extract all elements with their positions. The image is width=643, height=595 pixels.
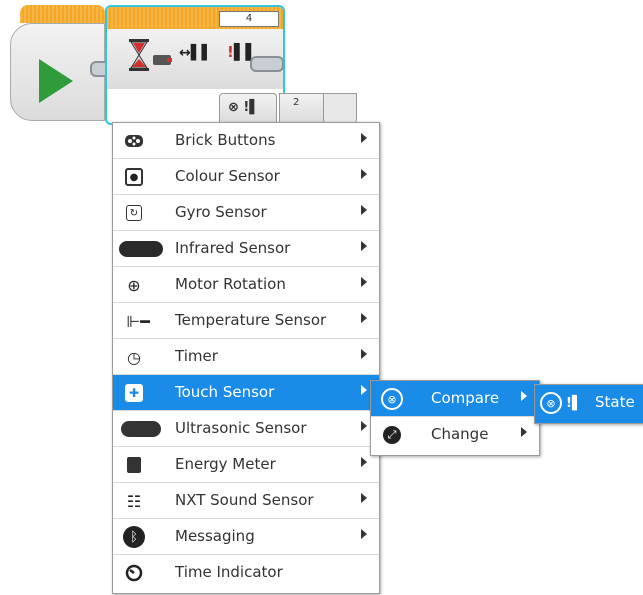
menu-item-label: Temperature Sensor xyxy=(175,311,327,329)
menu-item-label: Colour Sensor xyxy=(175,167,280,185)
threshold-value[interactable]: 2 xyxy=(293,97,299,108)
menu-item-touch-sensor[interactable]: ✚ Touch Sensor xyxy=(113,375,379,411)
menu-item-label: NXT Sound Sensor xyxy=(175,491,314,509)
compare-type-icon[interactable]: ↔▌▌ xyxy=(179,45,212,61)
sequence-plug-out[interactable] xyxy=(250,56,284,72)
touch-sensor-icon: ✚ xyxy=(123,383,145,403)
state-icon: ⊗ !▌ xyxy=(539,392,583,414)
menu-item-label: Timer xyxy=(175,347,218,365)
nxt-sound-sensor-icon: ☷ xyxy=(126,491,142,511)
energy-meter-icon xyxy=(123,455,145,475)
compare-submenu: ⊗ !▌ State xyxy=(534,384,643,424)
submenu-item-label: State xyxy=(595,393,635,411)
mode-menu: Brick Buttons ● Colour Sensor ↻ Gyro Sen… xyxy=(112,122,380,594)
submenu-item-change[interactable]: ⤢ Change xyxy=(371,417,539,453)
menu-item-messaging[interactable]: ᛒ Messaging xyxy=(113,519,379,555)
menu-item-label: Motor Rotation xyxy=(175,275,286,293)
chevron-right-icon xyxy=(361,133,367,143)
hourglass-icon xyxy=(129,39,149,71)
chevron-right-icon xyxy=(361,421,367,431)
menu-item-label: Messaging xyxy=(175,527,255,545)
timer-icon: ◷ xyxy=(127,347,141,367)
port-number[interactable]: 4 xyxy=(219,11,279,27)
gyro-sensor-icon: ↻ xyxy=(123,203,145,223)
touch-sensor-submenu: ⊗ Compare ⤢ Change xyxy=(370,380,540,456)
submenu-item-label: Change xyxy=(431,425,489,443)
chevron-right-icon xyxy=(361,493,367,503)
chevron-right-icon xyxy=(361,277,367,287)
menu-item-label: Infrared Sensor xyxy=(175,239,291,257)
chevron-right-icon xyxy=(361,529,367,539)
chevron-right-icon xyxy=(361,313,367,323)
messaging-icon: ᛒ xyxy=(123,526,145,548)
compare-icon: ⊗ xyxy=(381,388,403,410)
temperature-sensor-icon: ⊩━ xyxy=(126,311,150,331)
menu-item-label: Time Indicator xyxy=(175,563,283,581)
motor-rotation-icon: ⊕ xyxy=(127,275,141,295)
chevron-right-icon xyxy=(521,391,527,401)
ultrasonic-sensor-icon xyxy=(117,419,165,439)
menu-item-brick-buttons[interactable]: Brick Buttons xyxy=(113,123,379,159)
menu-item-temperature-sensor[interactable]: ⊩━ Temperature Sensor xyxy=(113,303,379,339)
menu-item-ultrasonic-sensor[interactable]: Ultrasonic Sensor xyxy=(113,411,379,447)
menu-item-infrared-sensor[interactable]: Infrared Sensor xyxy=(113,231,379,267)
submenu-item-state[interactable]: ⊗ !▌ State xyxy=(535,385,643,423)
chevron-right-icon xyxy=(361,241,367,251)
menu-item-energy-meter[interactable]: Energy Meter xyxy=(113,447,379,483)
menu-item-label: Brick Buttons xyxy=(175,131,276,149)
menu-item-gyro-sensor[interactable]: ↻ Gyro Sensor xyxy=(113,195,379,231)
brick-buttons-icon xyxy=(123,131,145,151)
menu-item-time-indicator[interactable]: Time Indicator xyxy=(113,555,379,591)
menu-item-timer[interactable]: ◷ Timer xyxy=(113,339,379,375)
touch-compare-mode-icon: ⊗ !▌ xyxy=(228,100,260,115)
menu-item-motor-rotation[interactable]: ⊕ Motor Rotation xyxy=(113,267,379,303)
chevron-right-icon xyxy=(361,205,367,215)
menu-item-colour-sensor[interactable]: ● Colour Sensor xyxy=(113,159,379,195)
chevron-right-icon xyxy=(361,169,367,179)
menu-item-label: Gyro Sensor xyxy=(175,203,267,221)
change-icon: ⤢ xyxy=(381,425,403,445)
colour-sensor-icon: ● xyxy=(123,167,145,187)
time-indicator-icon xyxy=(123,563,145,583)
start-block[interactable] xyxy=(10,5,118,123)
menu-item-label: Ultrasonic Sensor xyxy=(175,419,307,437)
submenu-item-compare[interactable]: ⊗ Compare xyxy=(371,381,539,417)
infrared-sensor-icon xyxy=(117,239,165,259)
menu-item-label: Energy Meter xyxy=(175,455,276,473)
play-icon[interactable] xyxy=(39,59,73,103)
submenu-item-label: Compare xyxy=(431,389,500,407)
menu-item-label: Touch Sensor xyxy=(175,383,275,401)
start-block-header xyxy=(20,5,105,23)
chevron-right-icon xyxy=(361,457,367,467)
chevron-right-icon xyxy=(361,385,367,395)
menu-item-nxt-sound-sensor[interactable]: ☷ NXT Sound Sensor xyxy=(113,483,379,519)
chevron-right-icon xyxy=(521,427,527,437)
chevron-right-icon xyxy=(361,349,367,359)
touch-sensor-small-icon xyxy=(153,55,172,65)
